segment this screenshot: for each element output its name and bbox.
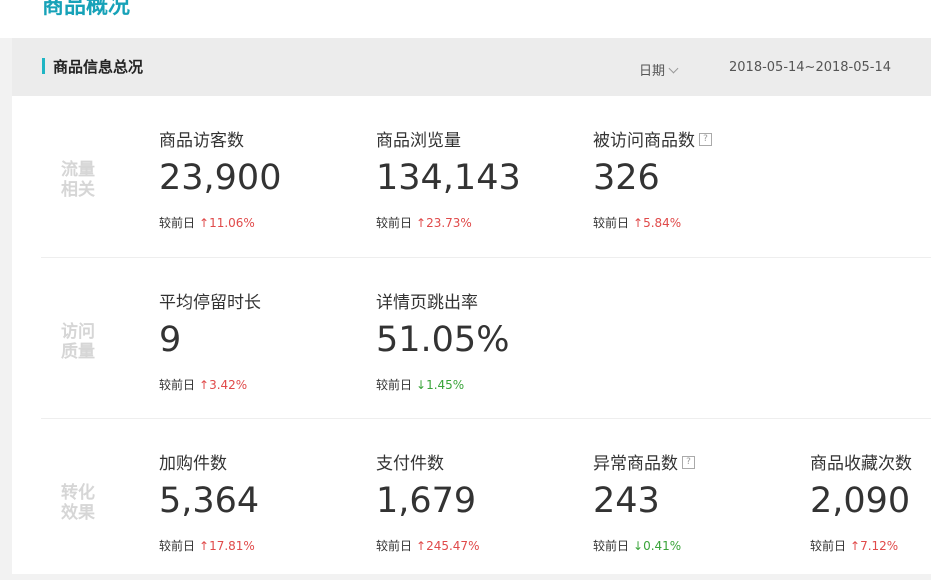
card-title: 商品信息总况: [53, 58, 144, 76]
metric-label: 平均停留时长: [159, 293, 261, 313]
arrow-up-icon: ↑: [633, 216, 644, 230]
metric-label: 商品浏览量: [376, 131, 461, 151]
arrow-up-icon: ↑: [850, 539, 861, 553]
metric-compare: 较前日 ↑11.06%: [159, 216, 255, 230]
date-dropdown-label: 日期: [639, 64, 666, 79]
metric-compare: 较前日 ↑3.42%: [159, 378, 248, 392]
section-conversion: 转化效果 加购件数 5,364 较前日 ↑17.81% 支付件数 1,679 较前…: [41, 418, 931, 580]
arrow-down-icon: ↓: [633, 539, 644, 553]
metric-value: 5,364: [159, 481, 260, 521]
page-title: 商品概况: [42, 0, 131, 19]
metric-card: 详情页跳出率 51.05% 较前日 ↓1.45%: [376, 258, 576, 419]
metric-value: 326: [593, 158, 660, 198]
arrow-down-icon: ↓: [416, 378, 427, 392]
metric-label: 支付件数: [376, 454, 444, 474]
date-range: 2018-05-14~2018-05-14: [729, 60, 891, 75]
arrow-up-icon: ↑: [199, 216, 210, 230]
metric-value: 1,679: [376, 481, 477, 521]
metric-label: 加购件数: [159, 454, 227, 474]
question-icon[interactable]: ?: [699, 132, 712, 146]
arrow-up-icon: ↑: [416, 216, 427, 230]
title-accent-bar: [42, 58, 45, 74]
metric-card: 商品浏览量 134,143 较前日 ↑23.73%: [376, 96, 576, 257]
metric-card: 平均停留时长 9 较前日 ↑3.42%: [159, 258, 359, 419]
metric-compare: 较前日 ↓0.41%: [593, 539, 682, 553]
metric-card: 支付件数 1,679 较前日 ↑245.47%: [376, 419, 576, 580]
section-traffic: 流量相关 商品访客数 23,900 较前日 ↑11.06% 商品浏览量 134,1…: [41, 96, 931, 257]
metric-compare: 较前日 ↓1.45%: [376, 378, 465, 392]
metric-compare: 较前日 ↑245.47%: [376, 539, 480, 553]
metric-value: 9: [159, 320, 182, 360]
metric-label: 异常商品数?: [593, 449, 695, 474]
metric-compare: 较前日 ↑7.12%: [810, 539, 899, 553]
metric-label: 被访问商品数?: [593, 126, 712, 151]
metric-value: 23,900: [159, 158, 282, 198]
summary-card: 商品信息总况 日期 2018-05-14~2018-05-14 流量相关 商品访…: [12, 38, 931, 574]
section-category-label: 流量相关: [61, 160, 95, 200]
section-category-label: 转化效果: [61, 483, 95, 523]
question-icon[interactable]: ?: [682, 455, 695, 469]
metric-card: 商品访客数 23,900 较前日 ↑11.06%: [159, 96, 359, 257]
metric-value: 134,143: [376, 158, 521, 198]
metric-compare: 较前日 ↑5.84%: [593, 216, 682, 230]
metric-card: 商品收藏次数 2,090 较前日 ↑7.12%: [810, 419, 931, 580]
metric-value: 51.05%: [376, 320, 510, 360]
metric-value: 243: [593, 481, 660, 521]
metric-label: 商品收藏次数: [810, 454, 912, 474]
metric-value: 2,090: [810, 481, 911, 521]
card-header: 商品信息总况 日期 2018-05-14~2018-05-14: [12, 38, 931, 96]
arrow-up-icon: ↑: [199, 378, 210, 392]
arrow-up-icon: ↑: [199, 539, 210, 553]
metric-compare: 较前日 ↑17.81%: [159, 539, 255, 553]
metric-card: 被访问商品数? 326 较前日 ↑5.84%: [593, 96, 793, 257]
metric-label: 商品访客数: [159, 131, 244, 151]
metric-card: 加购件数 5,364 较前日 ↑17.81%: [159, 419, 359, 580]
metric-compare: 较前日 ↑23.73%: [376, 216, 472, 230]
metric-label: 详情页跳出率: [376, 293, 478, 313]
top-strip: 商品概况: [0, 0, 931, 38]
arrow-up-icon: ↑: [416, 539, 427, 553]
metric-card: 异常商品数? 243 较前日 ↓0.41%: [593, 419, 793, 580]
date-dropdown[interactable]: 日期: [639, 60, 679, 79]
section-visit-quality: 访问质量 平均停留时长 9 较前日 ↑3.42% 详情页跳出率 51.05% 较前…: [41, 257, 931, 419]
section-category-label: 访问质量: [61, 322, 95, 362]
chevron-down-icon: [668, 63, 679, 74]
